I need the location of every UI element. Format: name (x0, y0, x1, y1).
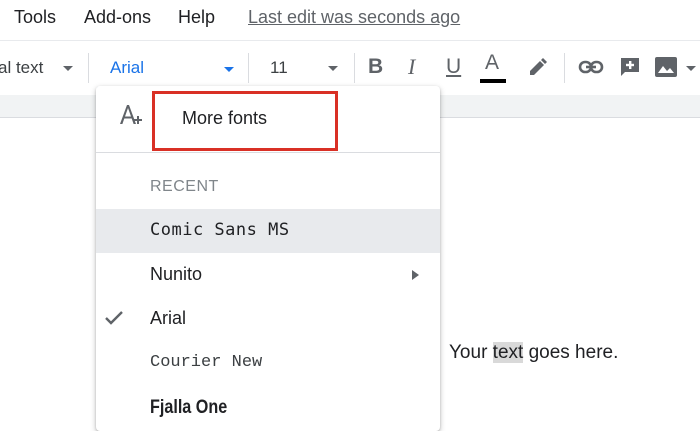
bold-button[interactable]: B (368, 55, 383, 79)
chevron-down-icon[interactable] (686, 66, 696, 71)
paragraph-style-label: al text (0, 58, 44, 77)
toolbar-divider (88, 53, 89, 83)
chevron-down-icon (224, 67, 234, 72)
font-item-nunito[interactable]: Nunito (96, 253, 440, 297)
submenu-arrow-icon (412, 270, 419, 280)
font-item-label: Courier New (150, 353, 263, 372)
toolbar-divider (354, 53, 355, 83)
check-icon (105, 311, 123, 325)
text-after: goes here. (523, 342, 619, 363)
font-family-select[interactable]: Arial (97, 51, 243, 89)
text-color-swatch (480, 79, 506, 83)
last-edit-link[interactable]: Last edit was seconds ago (248, 7, 460, 28)
font-item-label: Comic Sans MS (150, 220, 290, 240)
font-item-label: Fjalla One (150, 397, 228, 418)
font-item-fjalla-one[interactable]: Fjalla One (96, 386, 440, 430)
toolbar-divider (564, 53, 565, 83)
underline-button[interactable]: U (446, 55, 461, 79)
menu-tools[interactable]: Tools (14, 7, 56, 28)
font-item-courier-new[interactable]: Courier New (96, 342, 440, 386)
document-body-text[interactable]: Your text goes here. (449, 342, 618, 364)
menu-add-ons[interactable]: Add-ons (84, 7, 151, 28)
chevron-down-icon (63, 66, 73, 71)
font-item-label: Nunito (150, 264, 203, 284)
font-item-comic-sans-ms[interactable]: Comic Sans MS (96, 209, 440, 253)
font-item-arial[interactable]: Arial (96, 297, 440, 341)
toolbar-divider (248, 53, 249, 83)
annotation-highlight-box (152, 91, 338, 151)
menu-divider (96, 152, 440, 153)
text-color-button[interactable]: A (485, 51, 499, 75)
font-size-label: 11 (270, 58, 288, 77)
chevron-down-icon (328, 66, 338, 71)
text-before: Your (449, 342, 493, 363)
font-item-label: Arial (150, 308, 187, 328)
add-comment-icon[interactable] (618, 55, 642, 79)
menu-bar: Tools Add-ons Help Last edit was seconds… (0, 0, 700, 38)
highlight-pen-icon[interactable] (526, 55, 550, 79)
menu-help[interactable]: Help (178, 7, 215, 28)
insert-image-icon[interactable] (654, 56, 678, 78)
selected-text: text (492, 342, 524, 363)
recent-fonts-header: RECENT (150, 178, 219, 195)
italic-button[interactable]: I (408, 55, 415, 79)
font-family-label: Arial (110, 58, 145, 77)
add-font-icon (120, 105, 142, 124)
link-icon[interactable] (578, 56, 604, 78)
font-dropdown-menu: More fonts RECENT Comic Sans MS Nunito A… (96, 86, 440, 431)
